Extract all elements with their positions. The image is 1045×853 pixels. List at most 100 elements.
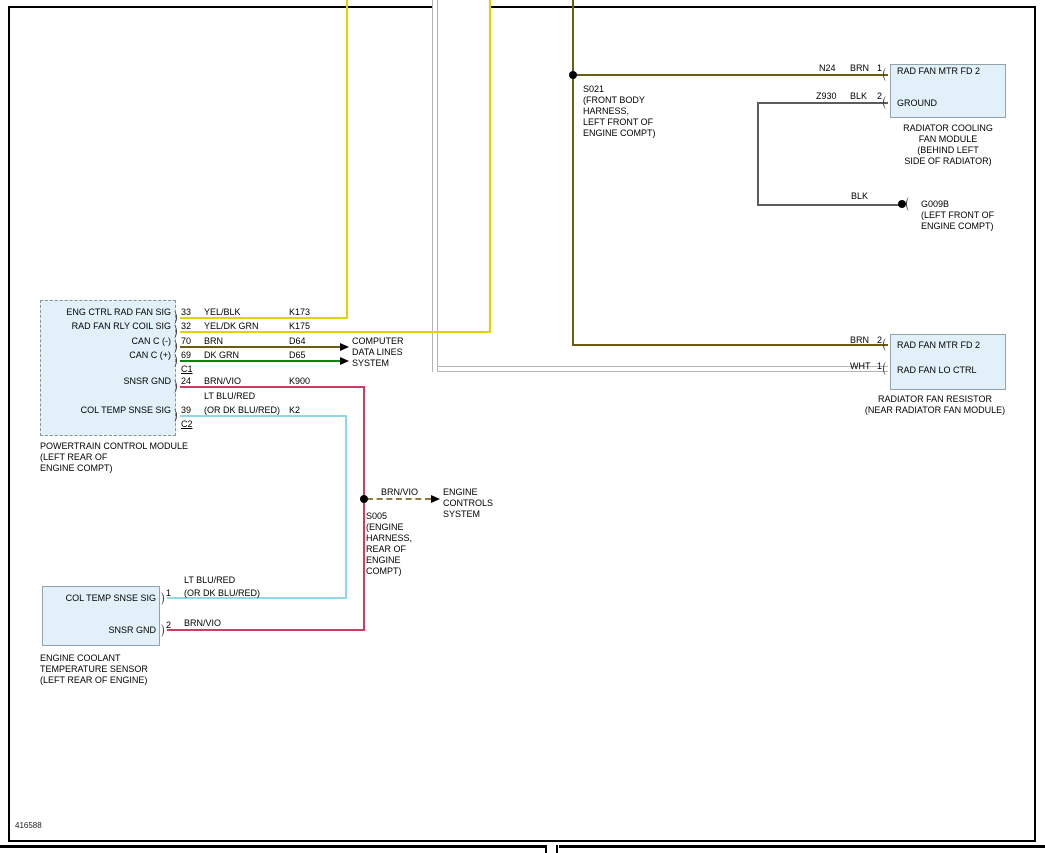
wire-color-label: BRN (850, 335, 869, 345)
wire-z930-blk-vertical (757, 102, 759, 206)
offpage-arrow-icon (431, 495, 440, 503)
next-page-border-right (559, 845, 1045, 848)
caption-line: (LEFT FRONT OF (921, 210, 994, 221)
pcm-caption: POWERTRAIN CONTROL MODULE (LEFT REAR OF … (40, 441, 188, 474)
wire-brnvio-splice-dashed (367, 498, 431, 500)
pin-bracket-icon (170, 409, 177, 422)
wire-k173-vertical (346, 0, 348, 319)
wire-wht-horizontal (438, 366, 888, 372)
frame-bottom (8, 840, 1036, 842)
next-page-border-left (0, 845, 546, 848)
wire-blk-ground-horizontal (757, 204, 903, 206)
wire-k175-horizontal (180, 331, 491, 333)
ground-caption: (LEFT FRONT OF ENGINE COMPT) (921, 210, 994, 232)
next-page-wire-stub (556, 845, 558, 853)
splice-s021-dot (569, 71, 577, 79)
splice-s005-dot (360, 495, 368, 503)
ect-pin-number: 1 (166, 588, 171, 598)
ground-g009b-dot (898, 200, 906, 208)
circuit-label: D64 (289, 336, 306, 346)
fan-resistor-pin-number: 2 (877, 335, 882, 345)
wire-k900-vertical (363, 386, 365, 631)
wire-color-label: LT BLU/RED (204, 391, 255, 401)
ground-name: G009B (921, 199, 949, 209)
caption-line: ENGINE (443, 487, 493, 498)
pin-bracket-icon (170, 311, 177, 324)
wire-color-label: DK GRN (204, 350, 239, 360)
caption-line: (NEAR RADIATOR FAN MODULE) (845, 405, 1025, 416)
pcm-pin-number: 39 (181, 405, 191, 415)
ect-pin-signal: COL TEMP SNSE SIG (44, 593, 156, 603)
caption-line: ENGINE (366, 555, 412, 566)
caption-line: (LEFT REAR OF (40, 452, 188, 463)
caption-line: REAR OF (366, 544, 412, 555)
frame-left (8, 6, 10, 842)
wire-color-label: BRN (850, 63, 869, 73)
wire-n24-brn-vertical (572, 0, 574, 346)
pin-bracket-icon (157, 592, 164, 605)
wire-color-label: YEL/DK GRN (204, 321, 259, 331)
pcm-pin-signal: ENG CTRL RAD FAN SIG (40, 307, 171, 317)
circuit-label: N24 (819, 63, 836, 73)
pin-bracket-icon (883, 96, 890, 109)
fan-resistor-pin-label: RAD FAN MTR FD 2 (897, 340, 980, 350)
circuit-label: K2 (289, 405, 300, 415)
page-number: 416588 (15, 821, 42, 831)
fan-module-pin-label: GROUND (897, 98, 937, 108)
caption-line: FAN MODULE (880, 134, 1016, 145)
wire-d64-brn (180, 346, 340, 348)
ect-pin-signal: SNSR GND (44, 625, 156, 635)
wire-k173-horizontal (180, 317, 348, 319)
wire-color-label: BRN/VIO (204, 376, 241, 386)
wire-k2-vertical (345, 415, 347, 599)
splice-s021-label: S021 (FRONT BODY HARNESS, LEFT FRONT OF … (583, 84, 656, 139)
offpage-computer-data-lines: COMPUTER DATA LINES SYSTEM (352, 336, 404, 369)
fan-resistor-caption: RADIATOR FAN RESISTOR (NEAR RADIATOR FAN… (845, 394, 1025, 416)
frame-top-left-segment (8, 6, 434, 8)
caption-line: CONTROLS (443, 498, 493, 509)
caption-line: ENGINE COMPT) (921, 221, 994, 232)
pcm-pin-signal: CAN C (-) (40, 336, 171, 346)
caption-line: (BEHIND LEFT (880, 145, 1016, 156)
caption-line: HARNESS, (583, 106, 656, 117)
caption-line: S005 (366, 511, 412, 522)
pcm-pin-number: 24 (181, 376, 191, 386)
wire-color-label: BRN/VIO (184, 618, 221, 628)
wire-color-label: BRN/VIO (381, 487, 418, 497)
pin-bracket-icon (170, 354, 177, 367)
wire-wht-vertical (432, 0, 438, 372)
caption-line: RADIATOR COOLING (880, 123, 1016, 134)
caption-line: POWERTRAIN CONTROL MODULE (40, 441, 188, 452)
circuit-label: K175 (289, 321, 310, 331)
pin-bracket-icon (170, 325, 177, 338)
wiring-diagram-page: ENG CTRL RAD FAN SIG 33 YEL/BLK K173 RAD… (0, 0, 1045, 853)
caption-line: TEMPERATURE SENSOR (40, 664, 148, 675)
wire-k900-sensor-horizontal (167, 629, 365, 631)
ground-symbol-icon (906, 197, 913, 211)
pin-bracket-icon (170, 340, 177, 353)
fan-resistor-pin-number: 1 (877, 361, 882, 371)
caption-line: SIDE OF RADIATOR) (880, 156, 1016, 167)
pin-bracket-icon (157, 624, 164, 637)
wire-color-label: WHT (850, 361, 871, 371)
wire-k175-vertical (489, 0, 491, 333)
fan-module-pin-number: 1 (877, 63, 882, 73)
pcm-pin-number: 69 (181, 350, 191, 360)
caption-line: (FRONT BODY (583, 95, 656, 106)
wire-d65-dkgrn (180, 360, 340, 362)
fan-module-pin-label: RAD FAN MTR FD 2 (897, 66, 980, 76)
caption-line: ENGINE COOLANT (40, 653, 148, 664)
caption-line: SYSTEM (352, 358, 404, 369)
connector-label: C1 (181, 364, 193, 374)
wire-color-label: BRN (204, 336, 223, 346)
caption-line: LEFT FRONT OF (583, 117, 656, 128)
wire-n24-brn-horizontal (572, 74, 888, 76)
fan-resistor-pin-label: RAD FAN LO CTRL (897, 365, 977, 375)
caption-line: COMPUTER (352, 336, 404, 347)
wire-color-label: (OR DK BLU/RED) (204, 405, 280, 415)
fan-module-pin-number: 2 (877, 91, 882, 101)
pcm-pin-signal: RAD FAN RLY COIL SIG (40, 321, 171, 331)
caption-line: RADIATOR FAN RESISTOR (845, 394, 1025, 405)
pcm-pin-signal: SNSR GND (40, 376, 171, 386)
caption-line: (ENGINE (366, 522, 412, 533)
